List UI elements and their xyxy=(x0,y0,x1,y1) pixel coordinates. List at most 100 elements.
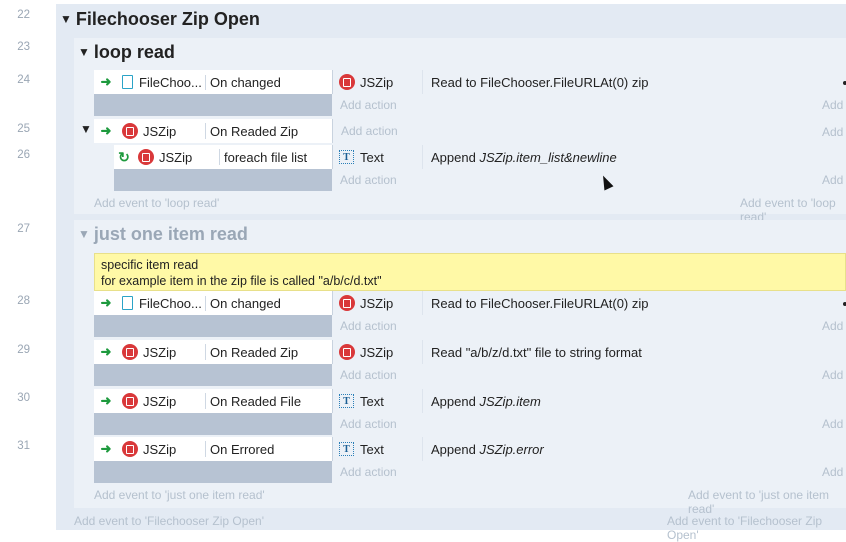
condition-name[interactable]: On changed xyxy=(206,75,332,90)
condition-filler xyxy=(94,461,332,483)
add-event-link[interactable]: Add event to 'loop read' xyxy=(94,196,219,210)
collapse-triangle-icon[interactable]: ▼ xyxy=(60,12,72,26)
action-object[interactable]: JSZip xyxy=(333,340,423,364)
action-text[interactable]: Append JSZip.item_list&newline xyxy=(423,150,617,165)
event-actions[interactable]: T Text Append JSZip.item_list&newline xyxy=(333,145,846,169)
event-row[interactable]: ➜ JSZip On Readed Zip Add action xyxy=(94,119,846,143)
add-action-row[interactable]: Add action xyxy=(94,315,846,337)
condition-filler xyxy=(94,413,332,435)
add-action-link[interactable]: Add xyxy=(822,319,843,333)
add-event-link[interactable]: Add event to 'just one item read' xyxy=(688,488,846,516)
collapse-triangle-icon[interactable]: ▼ xyxy=(78,227,90,241)
group-title[interactable]: ▼ Filechooser Zip Open xyxy=(60,6,260,32)
action-object[interactable]: JSZip xyxy=(333,70,423,94)
event-actions[interactable]: Add action xyxy=(333,119,846,143)
event-conditions[interactable]: ➜ JSZip On Readed Zip xyxy=(94,119,333,143)
line-number: 24 xyxy=(17,74,30,86)
action-text[interactable]: Append JSZip.item xyxy=(423,394,541,409)
condition-object[interactable]: JSZip xyxy=(118,393,206,409)
line-number: 31 xyxy=(17,440,30,452)
event-row[interactable]: ➜ FileChoo... On changed JSZip Read to F… xyxy=(94,291,846,315)
condition-name[interactable]: On Errored xyxy=(206,442,332,457)
jszip-icon xyxy=(122,441,138,457)
line-number: 23 xyxy=(17,41,30,53)
add-action-link[interactable]: Add action xyxy=(332,169,846,191)
jszip-icon xyxy=(122,393,138,409)
event-row[interactable]: ➜ JSZip On Readed File T Text Append JSZ… xyxy=(94,389,846,413)
event-conditions[interactable]: ➜ JSZip On Readed Zip xyxy=(94,340,333,364)
action-object[interactable]: T Text xyxy=(333,389,423,413)
action-object[interactable]: JSZip xyxy=(333,291,423,315)
add-action-row[interactable]: Add action xyxy=(94,364,846,386)
add-action-link[interactable]: Add xyxy=(822,417,843,431)
trigger-arrow-icon: ➜ xyxy=(100,393,112,408)
condition-object[interactable]: JSZip xyxy=(118,441,206,457)
event-conditions[interactable]: ↻ JSZip foreach file list xyxy=(114,145,333,169)
event-actions[interactable]: T Text Append JSZip.error xyxy=(333,437,846,461)
add-action-row[interactable]: Add action xyxy=(94,94,846,116)
line-number: 29 xyxy=(17,344,30,356)
condition-name[interactable]: On Readed Zip xyxy=(206,124,332,139)
event-row[interactable]: ➜ FileChoo... On changed JSZip Read to F… xyxy=(94,70,846,94)
add-event-link[interactable]: Add event to 'just one item read' xyxy=(94,488,265,502)
condition-name[interactable]: On Readed Zip xyxy=(206,345,332,360)
line-number: 22 xyxy=(17,9,30,21)
add-event-link[interactable]: Add event to 'Filechooser Zip Open' xyxy=(667,514,846,542)
event-conditions[interactable]: ➜ JSZip On Errored xyxy=(94,437,333,461)
condition-name[interactable]: foreach file list xyxy=(220,150,332,165)
action-text[interactable]: Read to FileChooser.FileURLAt(0) zip xyxy=(423,75,648,90)
add-action-link[interactable]: Add xyxy=(822,98,843,112)
event-actions[interactable]: JSZip Read to FileChooser.FileURLAt(0) z… xyxy=(333,291,846,315)
action-text[interactable]: Read "a/b/z/d.txt" file to string format xyxy=(423,345,642,360)
sub-event-row[interactable]: ↻ JSZip foreach file list T Text Append … xyxy=(114,145,846,169)
condition-object[interactable]: JSZip xyxy=(118,123,206,139)
trigger-arrow-icon: ➜ xyxy=(100,74,112,89)
action-object[interactable]: T Text xyxy=(333,145,423,169)
condition-name[interactable]: On changed xyxy=(206,296,332,311)
trigger-arrow-icon: ➜ xyxy=(100,295,112,310)
add-action-row[interactable]: Add action xyxy=(114,169,846,191)
condition-object[interactable]: FileChoo... xyxy=(118,295,206,311)
event-actions[interactable]: T Text Append JSZip.item xyxy=(333,389,846,413)
condition-object[interactable]: JSZip xyxy=(118,344,206,360)
event-actions[interactable]: JSZip Read "a/b/z/d.txt" file to string … xyxy=(333,340,846,364)
action-text[interactable]: Append JSZip.error xyxy=(423,442,544,457)
jszip-icon xyxy=(339,344,355,360)
action-text[interactable]: Read to FileChooser.FileURLAt(0) zip xyxy=(423,296,648,311)
jszip-icon xyxy=(122,344,138,360)
add-action-link[interactable]: Add action xyxy=(332,461,846,483)
event-row[interactable]: ➜ JSZip On Errored T Text Append JSZip.e… xyxy=(94,437,846,461)
event-conditions[interactable]: ➜ JSZip On Readed File xyxy=(94,389,333,413)
add-action-link[interactable]: Add xyxy=(822,173,843,187)
event-row[interactable]: ➜ JSZip On Readed Zip JSZip Read "a/b/z/… xyxy=(94,340,846,364)
jszip-icon xyxy=(339,295,355,311)
add-event-link[interactable]: Add event to 'Filechooser Zip Open' xyxy=(74,514,264,528)
group-title[interactable]: ▼ just one item read xyxy=(78,222,248,246)
add-action-link[interactable]: Add action xyxy=(333,124,398,138)
line-number: 30 xyxy=(17,392,30,404)
add-action-link[interactable]: Add action xyxy=(332,364,846,386)
event-conditions[interactable]: ➜ FileChoo... On changed xyxy=(94,291,333,315)
collapse-triangle-icon[interactable]: ▼ xyxy=(80,122,92,136)
add-action-link[interactable]: Add action xyxy=(332,315,846,337)
event-actions[interactable]: JSZip Read to FileChooser.FileURLAt(0) z… xyxy=(333,70,846,94)
condition-name[interactable]: On Readed File xyxy=(206,394,332,409)
add-action-link[interactable]: Add action xyxy=(332,94,846,116)
add-action-link[interactable]: Add xyxy=(822,368,843,382)
collapse-triangle-icon[interactable]: ▼ xyxy=(78,45,90,59)
comment-block[interactable]: specific item read for example item in t… xyxy=(94,253,846,291)
add-action-link[interactable]: Add xyxy=(822,125,843,139)
condition-object[interactable]: FileChoo... xyxy=(118,74,206,90)
text-object-icon: T xyxy=(339,394,354,408)
event-conditions[interactable]: ➜ FileChoo... On changed xyxy=(94,70,333,94)
add-action-row[interactable]: Add action xyxy=(94,461,846,483)
add-action-row[interactable]: Add action xyxy=(94,413,846,435)
action-object[interactable]: T Text xyxy=(333,437,423,461)
condition-filler xyxy=(114,169,332,191)
add-action-link[interactable]: Add xyxy=(822,465,843,479)
jszip-icon xyxy=(339,74,355,90)
trigger-arrow-icon: ➜ xyxy=(100,123,112,138)
condition-object[interactable]: JSZip xyxy=(134,149,220,165)
group-title[interactable]: ▼ loop read xyxy=(78,40,175,64)
add-action-link[interactable]: Add action xyxy=(332,413,846,435)
